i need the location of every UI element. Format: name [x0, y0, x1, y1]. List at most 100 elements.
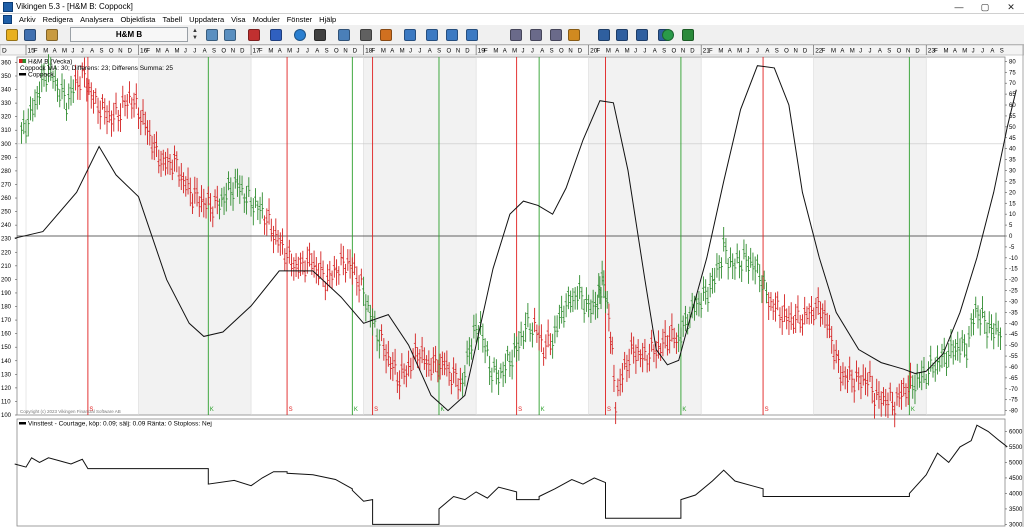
month-label: J — [409, 49, 412, 55]
panel-a-icon[interactable] — [508, 27, 524, 43]
month-label: J — [418, 49, 421, 55]
month-label: M — [943, 49, 948, 55]
month-label: S — [212, 49, 216, 55]
edit-icon[interactable] — [566, 27, 582, 43]
month-label: J — [643, 49, 646, 55]
app-icon — [3, 1, 13, 12]
month-label: A — [428, 49, 432, 55]
month-label: M — [156, 49, 161, 55]
app-window: Vikingen 5.3 - [H&M B: Coppock] — ▢ ✕ Ar… — [0, 0, 1024, 527]
line-bars-icon[interactable] — [634, 27, 650, 43]
charts-area: D 15 F M A M J J A S O N D 16 F M A M J J A S O N D 17 F M A M J J A S O N D… — [0, 45, 1024, 527]
month-label: A — [653, 49, 657, 55]
month-label: N — [231, 49, 235, 55]
signal-label-k: K — [354, 407, 358, 413]
window-d-icon-glyph — [466, 29, 478, 41]
close-button[interactable]: ✕ — [998, 0, 1024, 14]
window-title: Vikingen 5.3 - [H&M B: Coppock] — [16, 2, 133, 11]
menu-fonster[interactable]: Fönster — [287, 15, 312, 24]
month-label: M — [962, 49, 967, 55]
coppock-tick-label: -30 — [1009, 299, 1018, 305]
symbol-input[interactable]: H&M B — [70, 27, 188, 42]
toolbar: H&M B ▲ ▼ — [0, 25, 1024, 45]
month-label: A — [728, 49, 732, 55]
edit-icon-glyph — [568, 29, 580, 41]
menu-analysera[interactable]: Analysera — [80, 15, 113, 24]
document-menu-icon[interactable] — [3, 15, 12, 24]
month-label: S — [437, 49, 441, 55]
month-label: M — [737, 49, 742, 55]
doc-b-icon[interactable] — [222, 27, 238, 43]
maximize-button[interactable]: ▢ — [972, 0, 998, 14]
vinst-tick-label: 5500 — [1009, 445, 1023, 451]
month-label: D — [578, 49, 583, 55]
menu-moduler[interactable]: Moduler — [253, 15, 280, 24]
menu-hjalp[interactable]: Hjälp — [319, 15, 336, 24]
printer-icon[interactable] — [358, 27, 374, 43]
heart-icon[interactable] — [246, 27, 262, 43]
month-label: A — [765, 49, 769, 55]
window-c-icon[interactable] — [444, 27, 460, 43]
panel-a-icon-glyph — [510, 29, 522, 41]
bars-icon[interactable] — [596, 27, 612, 43]
month-label: M — [606, 49, 611, 55]
symbol-spinner[interactable]: ▲ ▼ — [190, 27, 200, 43]
menu-objektlista[interactable]: Objektlista — [120, 15, 155, 24]
doc-a-icon[interactable] — [204, 27, 220, 43]
signal-label-k: K — [682, 407, 686, 413]
coppock-tick-label: -50 — [1009, 343, 1018, 349]
open-folder-icon[interactable] — [4, 27, 20, 43]
line-bars-icon-glyph — [636, 29, 648, 41]
coppock-tick-label: 45 — [1009, 136, 1016, 142]
month-label: A — [615, 49, 619, 55]
month-label: A — [53, 49, 57, 55]
minimize-button[interactable]: — — [946, 0, 972, 14]
price-tick-label: 250 — [1, 210, 12, 216]
spin-up-icon[interactable]: ▲ — [192, 28, 198, 35]
spin-down-icon[interactable]: ▼ — [192, 35, 198, 42]
legend-coppock-label: Coppock — [28, 72, 54, 79]
month-label: N — [793, 49, 797, 55]
house-icon[interactable] — [680, 27, 696, 43]
panel-c-icon[interactable] — [548, 27, 564, 43]
window-a-icon[interactable] — [402, 27, 418, 43]
sub-legend-label: Vinsttest - Courtage, köp: 0.09; sälj: 0… — [28, 421, 212, 428]
price-tick-label: 100 — [1, 413, 12, 419]
camera-icon[interactable] — [312, 27, 328, 43]
price-tick-label: 340 — [1, 88, 12, 94]
save-icon[interactable] — [22, 27, 38, 43]
globe-icon[interactable] — [660, 27, 676, 43]
coppock-tick-label: 50 — [1009, 125, 1016, 131]
menu-redigera[interactable]: Redigera — [43, 15, 73, 24]
month-label: J — [859, 49, 862, 55]
month-label: A — [503, 49, 507, 55]
month-label: F — [934, 49, 938, 55]
panel-b-icon[interactable] — [528, 27, 544, 43]
menu-arkiv[interactable]: Arkiv — [19, 15, 36, 24]
candles-icon[interactable] — [614, 27, 630, 43]
month-label: N — [456, 49, 460, 55]
window-b-icon[interactable] — [424, 27, 440, 43]
month-label: A — [278, 49, 282, 55]
menu-uppdatera[interactable]: Uppdatera — [189, 15, 224, 24]
month-label: O — [334, 49, 339, 55]
window-d-icon[interactable] — [464, 27, 480, 43]
price-tick-label: 230 — [1, 237, 12, 243]
print-preview-icon[interactable] — [336, 27, 352, 43]
menu-tabell[interactable]: Tabell — [162, 15, 182, 24]
month-label: A — [840, 49, 844, 55]
notebook-icon[interactable] — [44, 27, 60, 43]
coppock-tick-label: -20 — [1009, 278, 1018, 284]
month-label: J — [981, 49, 984, 55]
signal-label-k: K — [541, 407, 545, 413]
coppock-tick-label: 25 — [1009, 179, 1016, 185]
month-label: F — [597, 49, 601, 55]
palette-icon[interactable] — [378, 27, 394, 43]
menu-visa[interactable]: Visa — [231, 15, 245, 24]
info-icon[interactable] — [268, 27, 284, 43]
refresh-icon[interactable] — [292, 27, 308, 43]
month-label: M — [831, 49, 836, 55]
coppock-tick-label: 10 — [1009, 212, 1016, 218]
price-tick-label: 360 — [1, 60, 12, 66]
signal-label-s: S — [607, 407, 611, 413]
